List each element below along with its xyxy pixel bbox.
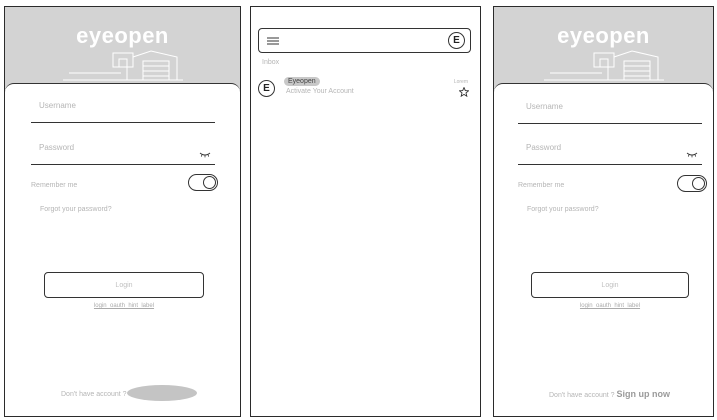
username-placeholder: Username	[526, 102, 563, 111]
account-avatar[interactable]: E	[448, 32, 465, 49]
signup-link[interactable]: Sign up now	[617, 389, 671, 399]
username-placeholder: Username	[39, 101, 76, 110]
app-logo: eyeopen	[557, 23, 650, 48]
login-header: eyeopen	[494, 7, 713, 89]
login-screen-1: eyeopen Username Password Remember me Fo…	[4, 6, 241, 417]
login-button[interactable]: Login	[44, 272, 204, 298]
login-form: Username Password Remember me Forgot you…	[494, 83, 713, 416]
oauth-hint-label: login_oauth_hint_label	[93, 303, 155, 309]
login-button[interactable]: Login	[531, 272, 689, 298]
signup-link-redaction[interactable]	[127, 385, 197, 401]
message-sender: Eyeopen	[284, 77, 320, 86]
password-field[interactable]: Password	[518, 132, 702, 165]
remember-me-toggle[interactable]	[677, 175, 707, 192]
username-field[interactable]: Username	[518, 91, 702, 124]
forgot-password-link[interactable]: Forgot your password?	[527, 206, 599, 213]
signup-prompt: Don't have account ?	[61, 391, 127, 398]
signup-prompt: Don't have account ? Sign up now	[549, 389, 670, 399]
eye-closed-icon[interactable]	[199, 152, 211, 158]
remember-me-label: Remember me	[31, 182, 78, 189]
star-icon[interactable]	[459, 87, 469, 97]
inbox-screen: E Inbox E Eyeopen Activate Your Account …	[250, 6, 481, 417]
toggle-knob	[203, 176, 216, 189]
app-logo: eyeopen	[76, 23, 169, 48]
remember-me-toggle[interactable]	[188, 174, 218, 191]
house-illustration-icon	[62, 50, 183, 81]
forgot-password-link[interactable]: Forgot your password?	[40, 206, 112, 213]
message-item[interactable]: E Eyeopen Activate Your Account Lorem	[256, 77, 472, 103]
search-bar[interactable]: E	[258, 28, 471, 53]
remember-me-label: Remember me	[518, 182, 565, 189]
eye-closed-icon[interactable]	[686, 152, 698, 158]
inbox-section-label: Inbox	[262, 59, 280, 66]
message-date: Lorem	[453, 79, 468, 85]
login-screen-2: eyeopen Username Password Remember me Fo…	[493, 6, 714, 417]
password-field[interactable]: Password	[31, 132, 215, 165]
oauth-hint-label: login_oauth_hint_label	[579, 303, 641, 309]
toggle-knob	[692, 177, 705, 190]
login-header: eyeopen	[5, 7, 240, 89]
password-placeholder: Password	[39, 143, 75, 152]
house-illustration-icon	[543, 50, 664, 81]
sender-avatar: E	[258, 80, 275, 97]
message-subject: Activate Your Account	[286, 88, 354, 95]
hamburger-menu-icon[interactable]	[267, 37, 279, 45]
login-form: Username Password Remember me Forgot you…	[5, 83, 240, 416]
password-placeholder: Password	[526, 143, 562, 152]
signup-prompt-text: Don't have account ?	[549, 392, 615, 399]
username-field[interactable]: Username	[31, 90, 215, 123]
signup-prompt-text: Don't have account ?	[61, 391, 127, 398]
